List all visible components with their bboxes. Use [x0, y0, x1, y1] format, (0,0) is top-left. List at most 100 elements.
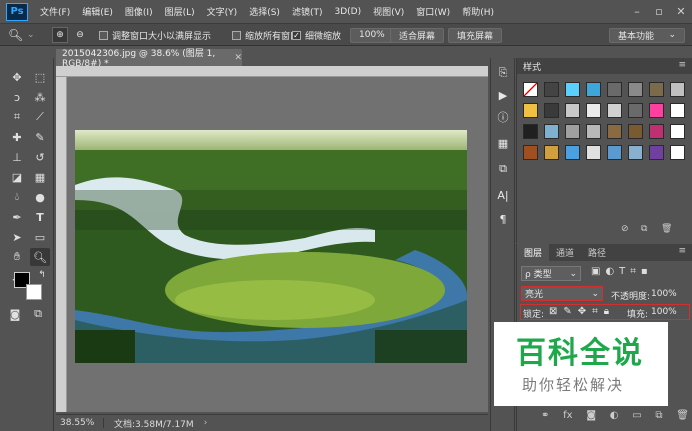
style-swatch[interactable]: [523, 82, 538, 97]
style-swatch[interactable]: [523, 145, 538, 160]
marquee-tool-icon[interactable]: ⬚: [30, 68, 50, 86]
pen-tool-icon[interactable]: ✒: [7, 208, 27, 226]
minimize-icon[interactable]: –: [626, 0, 648, 22]
zoom-tool-icon[interactable]: 🔍︎: [8, 27, 23, 43]
style-swatch[interactable]: [565, 145, 580, 160]
scrubby-zoom-checkbox[interactable]: ✓ 细微缩放: [292, 27, 341, 43]
styles-panel-title[interactable]: 样式: [523, 60, 541, 73]
character-icon[interactable]: A|: [494, 186, 512, 204]
style-swatch[interactable]: [670, 103, 685, 118]
folder-icon[interactable]: ▭: [632, 410, 641, 421]
workspace-select[interactable]: 基本功能 ⌄: [609, 27, 685, 43]
info-icon[interactable]: ⓘ: [494, 108, 512, 126]
zoom-tool-icon[interactable]: 🔍︎: [30, 248, 50, 266]
style-swatch[interactable]: [607, 103, 622, 118]
style-swatch[interactable]: [628, 145, 643, 160]
eyedropper-tool-icon[interactable]: ⟋: [30, 108, 50, 126]
menu-view[interactable]: 视图(V): [367, 5, 410, 18]
style-swatch[interactable]: [628, 82, 643, 97]
hand-tool-icon[interactable]: ✋︎: [7, 248, 27, 266]
chevron-down-icon[interactable]: ⌄: [27, 27, 35, 43]
style-swatch[interactable]: [628, 124, 643, 139]
eraser-tool-icon[interactable]: ◪: [7, 168, 27, 186]
fill-value[interactable]: 100%: [651, 307, 677, 317]
style-swatch[interactable]: [565, 82, 580, 97]
tab-layers[interactable]: 图层: [517, 244, 550, 261]
style-swatch[interactable]: [670, 124, 685, 139]
style-swatch[interactable]: [607, 145, 622, 160]
style-swatch[interactable]: [649, 82, 664, 97]
adjustment-icon[interactable]: ◐: [610, 410, 619, 421]
style-swatch[interactable]: [670, 145, 685, 160]
background-color-swatch[interactable]: [26, 284, 42, 300]
style-swatch[interactable]: [523, 124, 538, 139]
doc-info[interactable]: 文档:3.58M/7.17M: [114, 417, 194, 430]
style-swatch[interactable]: [544, 124, 559, 139]
history-brush-tool-icon[interactable]: ↺: [30, 148, 50, 166]
lasso-tool-icon[interactable]: ↄ: [7, 88, 27, 106]
style-swatch[interactable]: [565, 124, 580, 139]
style-swatch[interactable]: [607, 82, 622, 97]
style-swatch[interactable]: [649, 145, 664, 160]
fill-screen-button[interactable]: 填充屏幕: [448, 27, 503, 43]
tab-channels[interactable]: 通道: [549, 244, 581, 261]
dodge-tool-icon[interactable]: ●: [30, 188, 50, 206]
menu-help[interactable]: 帮助(H): [456, 5, 500, 18]
style-swatch[interactable]: [670, 82, 685, 97]
new-layer-icon[interactable]: ⧉: [655, 410, 662, 421]
healing-brush-tool-icon[interactable]: ✚: [7, 128, 27, 146]
menu-icon[interactable]: ≡: [678, 246, 686, 256]
delete-icon[interactable]: 🗑︎: [661, 224, 672, 234]
type-tool-icon[interactable]: T: [30, 208, 50, 226]
menu-type[interactable]: 文字(Y): [201, 5, 244, 18]
zoom-100-button[interactable]: 100%: [350, 27, 394, 43]
history-icon[interactable]: ⎘: [494, 64, 512, 82]
gradient-tool-icon[interactable]: ▦: [30, 168, 50, 186]
paragraph-icon[interactable]: ¶: [494, 210, 512, 228]
style-swatch[interactable]: [544, 145, 559, 160]
close-icon[interactable]: ✕: [670, 0, 692, 22]
style-swatch[interactable]: [586, 124, 601, 139]
menu-select[interactable]: 选择(S): [243, 5, 286, 18]
menu-file[interactable]: 文件(F): [34, 5, 76, 18]
close-icon[interactable]: ✕: [234, 53, 242, 63]
style-swatch[interactable]: [607, 124, 622, 139]
tab-paths[interactable]: 路径: [581, 244, 613, 261]
fit-screen-button[interactable]: 适合屏幕: [390, 27, 445, 43]
menu-icon[interactable]: ≡: [678, 60, 686, 70]
fx-icon[interactable]: fx: [563, 410, 572, 421]
chevron-right-icon[interactable]: ›: [204, 418, 208, 428]
menu-layer[interactable]: 图层(L): [159, 5, 201, 18]
style-swatch[interactable]: [544, 82, 559, 97]
style-swatch[interactable]: [586, 145, 601, 160]
mask-icon[interactable]: ◙: [586, 410, 596, 421]
delete-icon[interactable]: 🗑︎: [676, 410, 689, 421]
quick-mask-icon[interactable]: ◙: [5, 305, 25, 323]
zoom-level[interactable]: 38.55%: [56, 418, 104, 428]
blend-mode-select[interactable]: 亮光 ⌄: [521, 286, 603, 301]
opacity-value[interactable]: 100%: [651, 289, 677, 299]
style-swatch[interactable]: [649, 103, 664, 118]
document-tab[interactable]: 2015042306.jpg @ 38.6% (图层 1, RGB/8#) * …: [56, 49, 242, 69]
menu-filter[interactable]: 滤镜(T): [286, 5, 329, 18]
maximize-icon[interactable]: ▫: [648, 0, 670, 22]
lock-icons[interactable]: ⊠✎✥⌗🔒︎: [549, 306, 615, 317]
style-swatch[interactable]: [628, 103, 643, 118]
menu-edit[interactable]: 编辑(E): [76, 5, 119, 18]
rectangle-tool-icon[interactable]: ▭: [30, 228, 50, 246]
screen-mode-icon[interactable]: ⧉: [28, 305, 48, 323]
menu-window[interactable]: 窗口(W): [410, 5, 456, 18]
style-swatch[interactable]: [523, 103, 538, 118]
style-swatch[interactable]: [586, 82, 601, 97]
move-tool-icon[interactable]: ✥: [7, 68, 27, 86]
style-swatch[interactable]: [586, 103, 601, 118]
blur-tool-icon[interactable]: 💧︎: [7, 188, 27, 206]
style-swatch[interactable]: [565, 103, 580, 118]
crop-tool-icon[interactable]: ⌗: [7, 108, 27, 126]
layer-filter-icons[interactable]: ▣◐T⌗▪: [591, 266, 653, 277]
style-swatch[interactable]: [544, 103, 559, 118]
menu-3d[interactable]: 3D(D): [328, 7, 367, 17]
clone-stamp-tool-icon[interactable]: ⊥: [7, 148, 27, 166]
swap-colors-icon[interactable]: ↰: [32, 266, 52, 284]
no-style-icon[interactable]: ⊘: [621, 224, 629, 234]
